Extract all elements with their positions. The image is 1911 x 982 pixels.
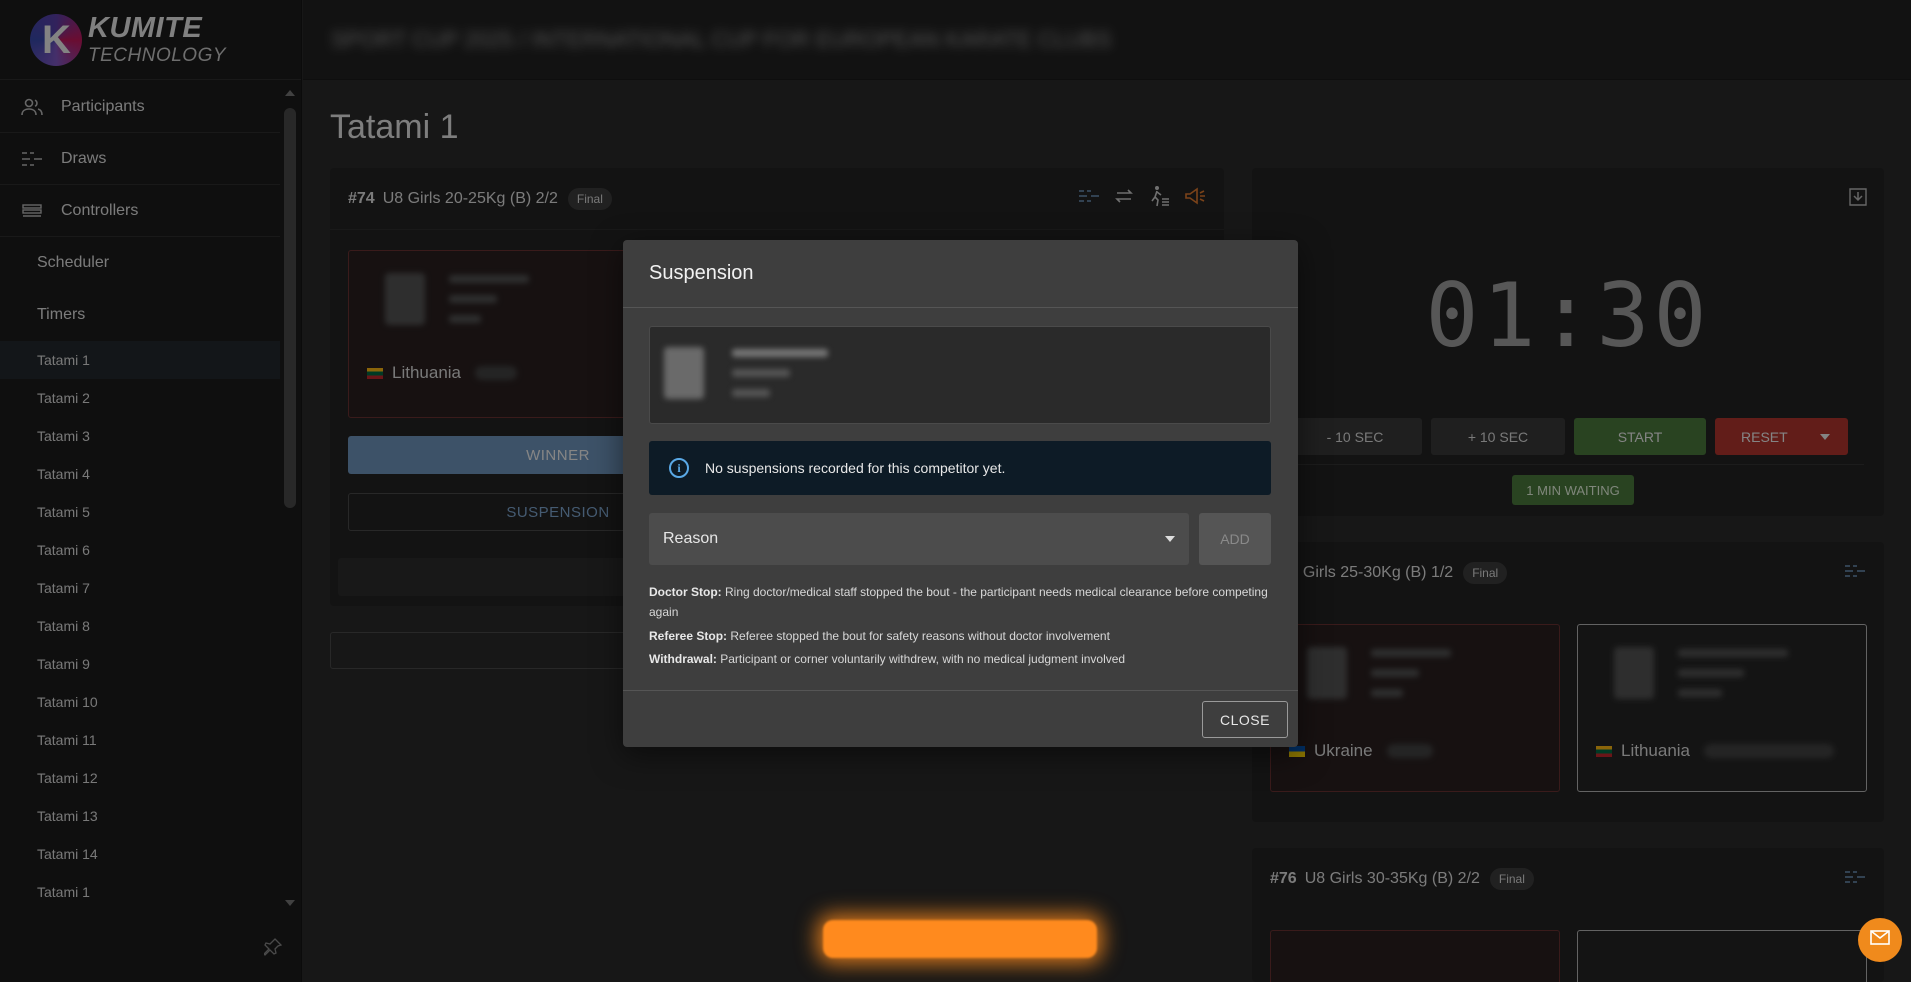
reason-select[interactable]: Reason xyxy=(649,513,1189,565)
close-button[interactable]: CLOSE xyxy=(1202,701,1288,738)
chevron-down-icon xyxy=(1165,536,1175,542)
mail-icon xyxy=(1870,930,1890,950)
withdrawal-description: Withdrawal: Participant or corner volunt… xyxy=(649,652,1126,666)
dialog-footer xyxy=(623,690,1298,691)
dialog-competitor-card xyxy=(649,326,1271,424)
info-alert: i No suspensions recorded for this compe… xyxy=(649,441,1271,495)
doctor-stop-description: Doctor Stop: Ring doctor/medical staff s… xyxy=(649,585,1268,619)
dialog-title: Suspension xyxy=(623,240,1298,308)
add-button[interactable]: ADD xyxy=(1199,513,1271,565)
suspension-dialog: Suspension i No suspensions recorded for… xyxy=(623,240,1298,747)
mail-fab-button[interactable] xyxy=(1858,918,1902,962)
highlighted-action-button[interactable] xyxy=(823,920,1097,958)
alert-text: No suspensions recorded for this competi… xyxy=(705,460,1006,476)
competitor-photo xyxy=(664,347,704,399)
reason-placeholder: Reason xyxy=(663,530,719,547)
info-icon: i xyxy=(669,458,689,478)
referee-stop-description: Referee Stop: Referee stopped the bout f… xyxy=(649,629,1110,643)
